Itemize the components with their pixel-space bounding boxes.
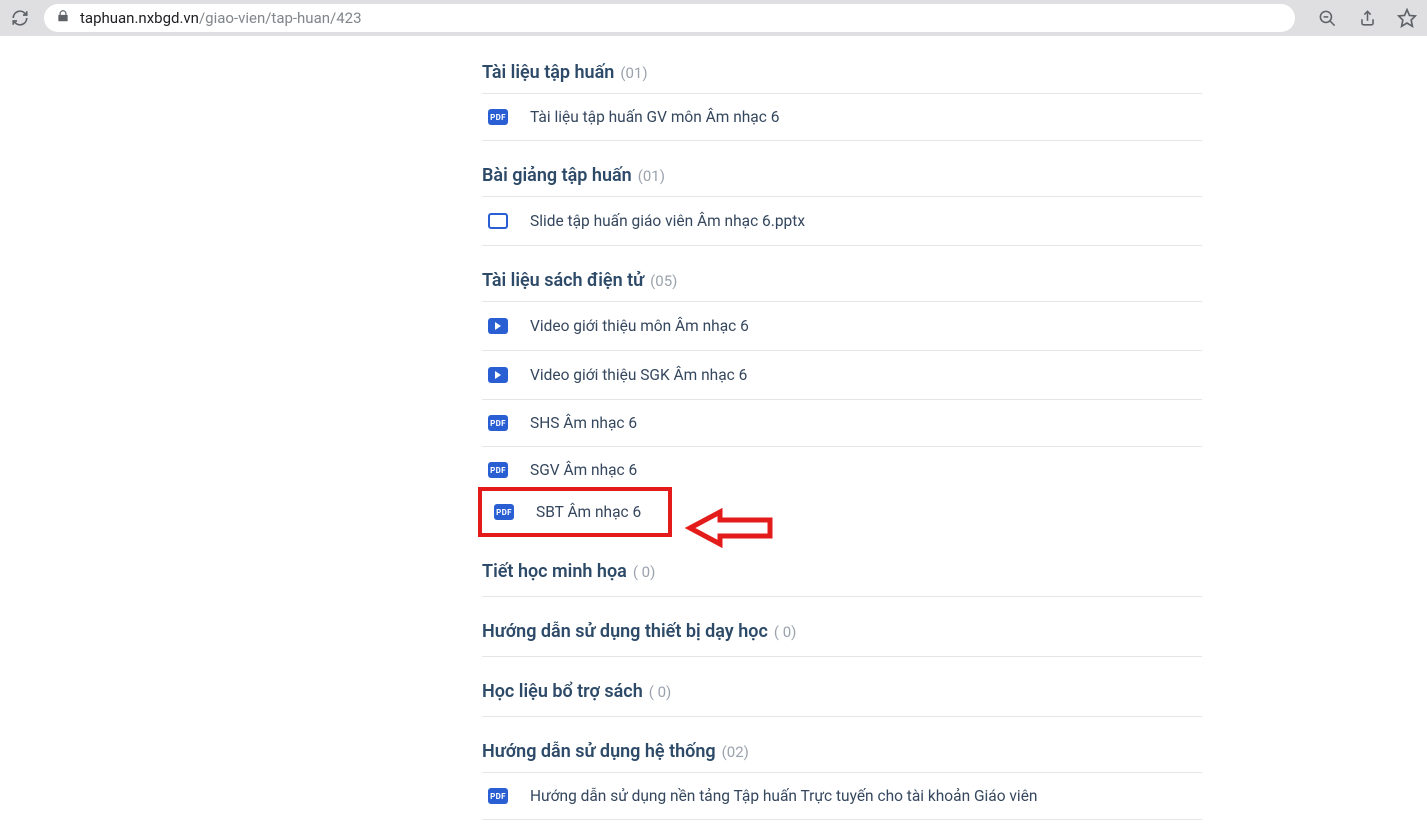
pdf-icon: PDF [488, 788, 508, 804]
section-header: Tài liệu sách điện tử (05) [482, 256, 1202, 301]
section: Tài liệu tập huấn (01) PDF Tài liệu tập huấ… [482, 48, 1202, 141]
video-icon [488, 316, 508, 336]
pdf-icon: PDF [488, 462, 508, 478]
browser-toolbar: taphuan.nxbgd.vn/giao-vien/tap-huan/423 [0, 0, 1427, 36]
pdf-icon: PDF [494, 504, 514, 520]
address-bar[interactable]: taphuan.nxbgd.vn/giao-vien/tap-huan/423 [44, 4, 1295, 32]
section-header: Bài giảng tập huấn (01) [482, 151, 1202, 196]
resource-label: Tài liệu tập huấn GV môn Âm nhạc 6 [530, 108, 779, 126]
resource-label: SBT Âm nhạc 6 [536, 503, 641, 521]
video-icon [488, 365, 508, 385]
resource-label: Video giới thiệu môn Âm nhạc 6 [530, 317, 749, 335]
resource-row[interactable]: PDF SGV Âm nhạc 6 [482, 446, 1202, 493]
section-count: ( 0) [633, 563, 656, 581]
resource-label: Slide tập huấn giáo viên Âm nhạc 6.pptx [530, 212, 805, 230]
section-header: Hướng dẫn sử dụng thiết bị dạy học ( 0) [482, 607, 1202, 657]
star-icon[interactable] [1395, 6, 1419, 30]
annotation-highlight: PDF SBT Âm nhạc 6 [478, 487, 672, 537]
pdf-icon: PDF [488, 415, 508, 431]
resource-row[interactable]: Slide tập huấn giáo viên Âm nhạc 6.pptx [482, 196, 1202, 246]
section: Bài giảng tập huấn (01) Slide tập huấn giá… [482, 151, 1202, 246]
section-title: Tài liệu sách điện tử [482, 270, 644, 291]
resource-row[interactable]: PDF SBT Âm nhạc 6 [490, 497, 660, 527]
section: Hướng dẫn sử dụng thiết bị dạy học ( 0) [482, 607, 1202, 657]
section-count: (02) [722, 743, 749, 761]
section-count: ( 0) [774, 623, 797, 641]
toolbar-actions [1315, 6, 1419, 30]
section-title: Học liệu bổ trợ sách [482, 681, 643, 702]
section-header: Tiết học minh họa ( 0) [482, 547, 1202, 597]
section-header: Hướng dẫn sử dụng hệ thống (02) [482, 727, 1202, 772]
section: Tài liệu sách điện tử (05) Video giới thiệ… [482, 256, 1202, 537]
resource-row[interactable]: PDF SHS Âm nhạc 6 [482, 399, 1202, 446]
pdf-icon: PDF [488, 109, 508, 125]
url-text: taphuan.nxbgd.vn/giao-vien/tap-huan/423 [80, 9, 362, 27]
resource-label: SHS Âm nhạc 6 [530, 414, 637, 432]
share-icon[interactable] [1355, 6, 1379, 30]
lock-icon [56, 9, 70, 27]
reload-button[interactable] [8, 6, 32, 30]
section: Học liệu bổ trợ sách ( 0) [482, 667, 1202, 717]
section-title: Tài liệu tập huấn [482, 62, 614, 83]
content-column: Tài liệu tập huấn (01) PDF Tài liệu tập huấ… [482, 48, 1202, 820]
resource-row[interactable]: Video giới thiệu môn Âm nhạc 6 [482, 301, 1202, 350]
slide-icon [488, 211, 508, 231]
resource-label: SGV Âm nhạc 6 [530, 461, 637, 479]
resource-row[interactable]: Video giới thiệu SGK Âm nhạc 6 [482, 350, 1202, 399]
resource-label: Hướng dẫn sử dụng nền tảng Tập huấn Trực… [530, 787, 1037, 805]
resource-row[interactable]: PDF Hướng dẫn sử dụng nền tảng Tập huấn T… [482, 772, 1202, 820]
section: Tiết học minh họa ( 0) [482, 547, 1202, 597]
section-count: (01) [638, 167, 665, 185]
resource-row[interactable]: PDF Tài liệu tập huấn GV môn Âm nhạc 6 [482, 93, 1202, 141]
zoom-icon[interactable] [1315, 6, 1339, 30]
section-title: Tiết học minh họa [482, 561, 627, 582]
page-body: Tài liệu tập huấn (01) PDF Tài liệu tập huấ… [0, 36, 1427, 820]
section-title: Hướng dẫn sử dụng thiết bị dạy học [482, 621, 768, 642]
section: Hướng dẫn sử dụng hệ thống (02) PDF Hướng d… [482, 727, 1202, 820]
section-title: Hướng dẫn sử dụng hệ thống [482, 741, 716, 762]
section-count: ( 0) [649, 683, 672, 701]
resource-label: Video giới thiệu SGK Âm nhạc 6 [530, 366, 747, 384]
section-header: Học liệu bổ trợ sách ( 0) [482, 667, 1202, 717]
section-header: Tài liệu tập huấn (01) [482, 48, 1202, 93]
section-title: Bài giảng tập huấn [482, 165, 632, 186]
section-count: (05) [650, 272, 677, 290]
section-count: (01) [620, 64, 647, 82]
